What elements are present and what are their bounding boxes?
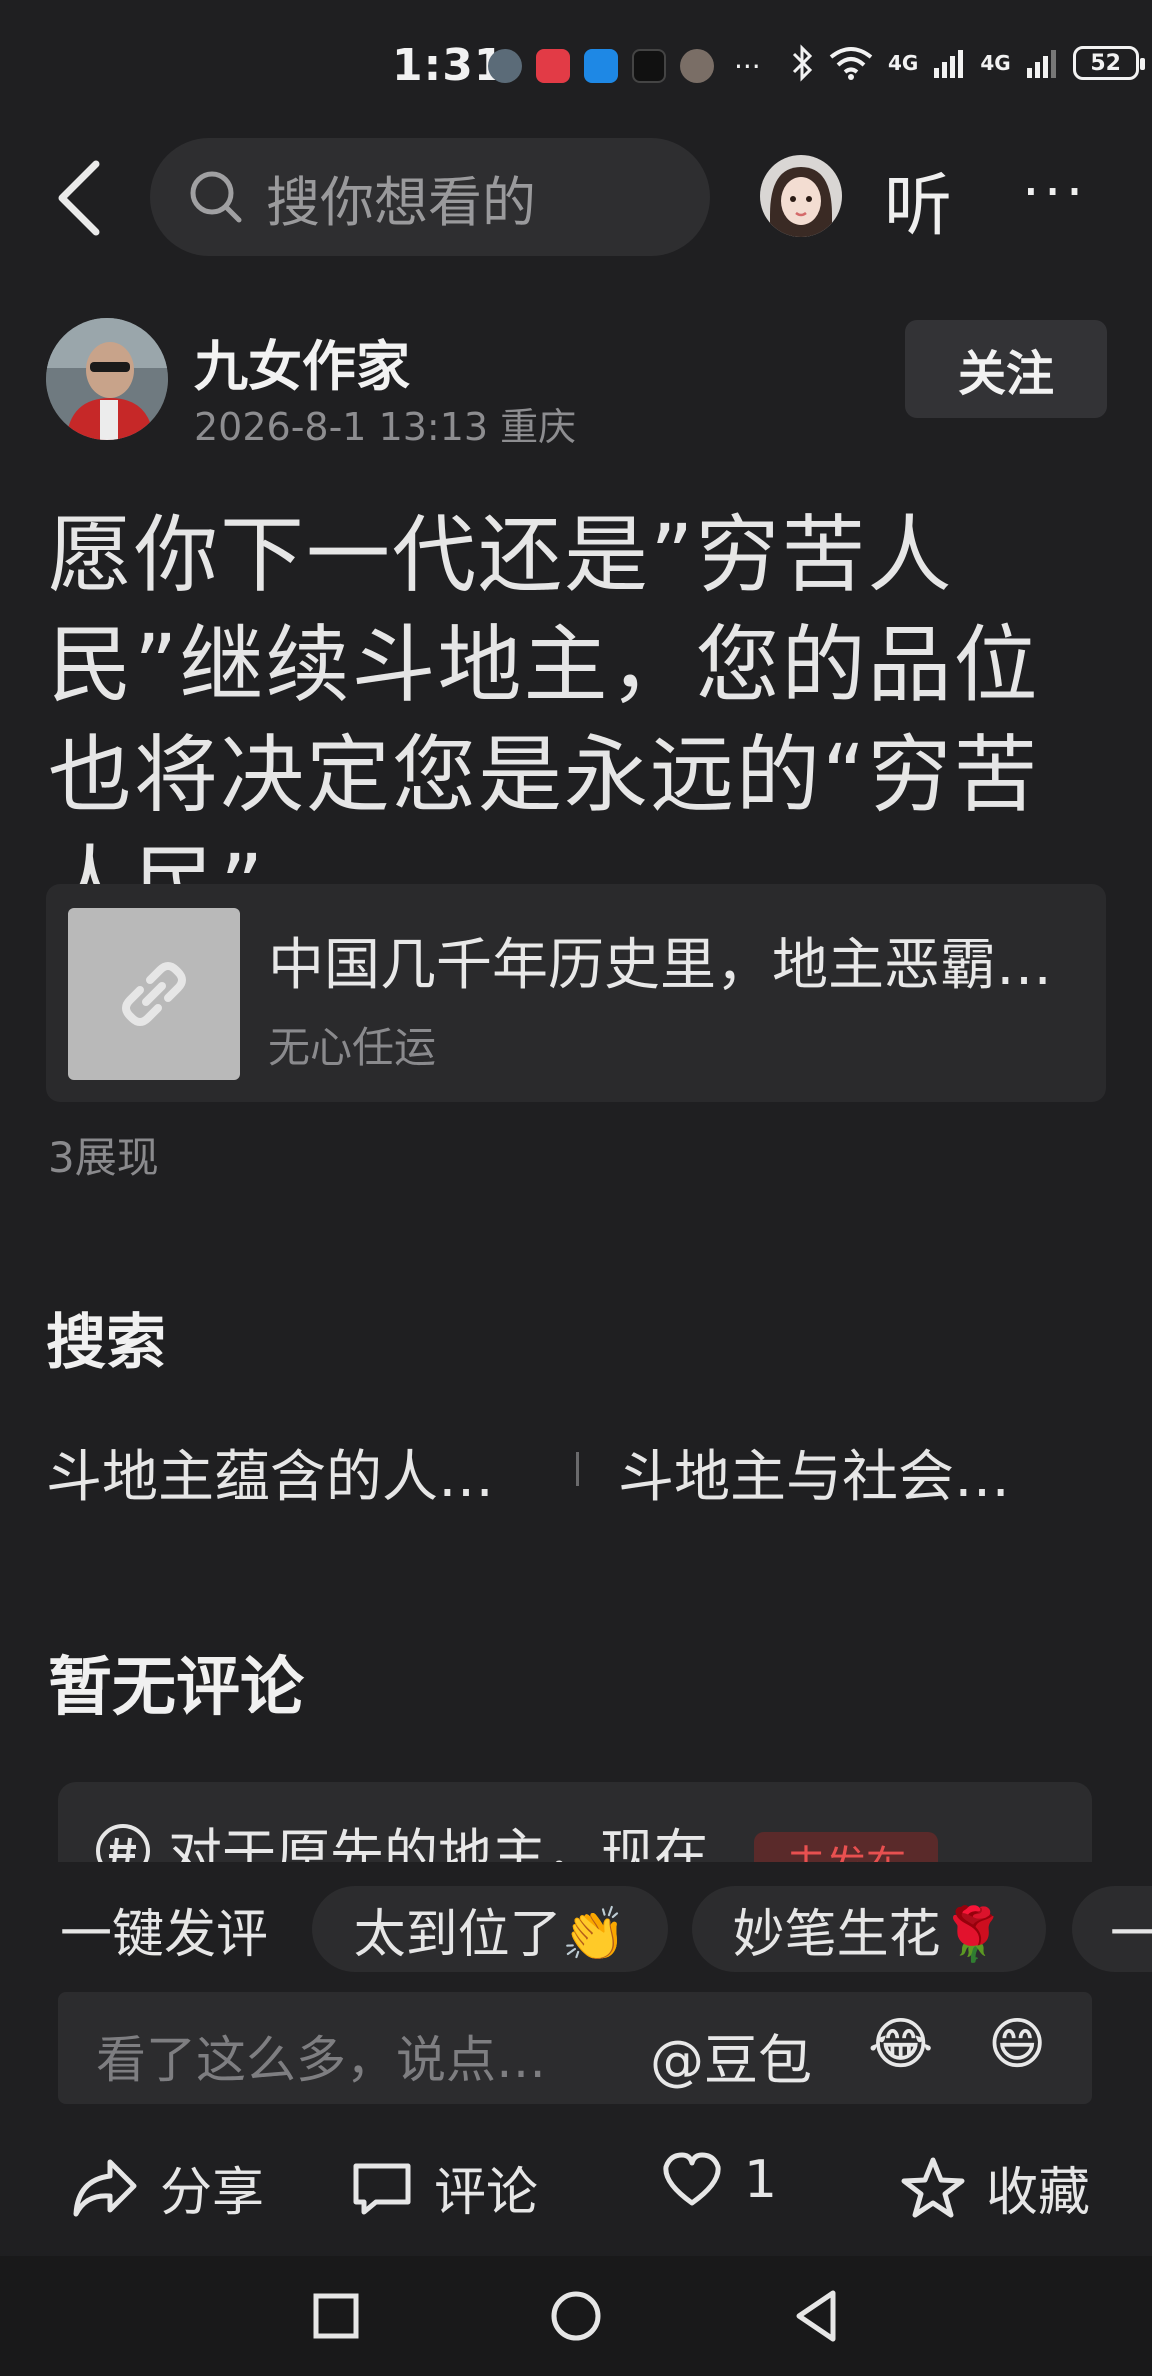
comment-icon [353, 2163, 411, 2214]
circle-icon [551, 2291, 601, 2341]
share-icon [73, 2159, 137, 2216]
search-placeholder: 搜你想看的 [266, 170, 536, 234]
bluetooth-icon [792, 44, 813, 82]
like-count: 1 [744, 2150, 778, 2210]
search-suggestion-2[interactable]: 斗地主与社会… [618, 1432, 1010, 1513]
chevron-left-icon [58, 160, 100, 236]
signal-2-icon [1026, 50, 1056, 78]
link-thumbnail [68, 908, 240, 1080]
more-notifications-icon: ··· [734, 49, 761, 83]
system-icons: 4G 4G 52 [790, 44, 1145, 82]
status-bar: 1:31 ··· 4G 4G 52 [0, 0, 1152, 130]
search-input[interactable]: 搜你想看的 [150, 138, 710, 256]
wifi-icon [829, 47, 873, 80]
link-title: 中国几千年历史里，地主恶霸欺压百姓的故事 [268, 933, 1080, 998]
quick-reply-chip-3[interactable]: 一 [1072, 1886, 1152, 1972]
star-icon [901, 2157, 965, 2217]
triangle-back-icon [796, 2290, 836, 2342]
suggestion-divider [576, 1452, 579, 1486]
topic-text: 对于原先的地主，现在 [168, 1823, 708, 1864]
quick-reply-chip-2[interactable]: 妙笔生花🌹 [692, 1886, 1046, 1972]
app-avatar-icon [488, 49, 522, 83]
view-count: 3展现 [48, 1133, 159, 1182]
home-button[interactable] [546, 2286, 606, 2346]
grinning-emoji-button[interactable]: 😄 [988, 2012, 1046, 2077]
network-label-1: 4G [888, 51, 919, 75]
system-nav-bar [0, 2256, 1152, 2376]
hashtag-icon [96, 1824, 150, 1864]
comment-input[interactable]: 看了这么多，说点… @豆包 😂 😄 [58, 1992, 1092, 2104]
app-avatar-2-icon [680, 49, 714, 83]
laughing-emoji-button[interactable]: 😂 [868, 2012, 933, 2077]
comment-placeholder: 看了这么多，说点… [96, 2031, 546, 2089]
quick-reply-label: 一键发评 [60, 1905, 269, 1965]
author-photo-icon [46, 318, 168, 440]
share-label: 分享 [160, 2163, 265, 2223]
follow-button[interactable]: 关注 [905, 320, 1107, 418]
notification-icons: ··· [488, 46, 761, 86]
battery-icon: 52 [1072, 46, 1145, 80]
quick-reply-chip-1[interactable]: 太到位了👏 [312, 1886, 668, 1972]
post-meta: 2026-8-1 13:13 重庆 [194, 405, 577, 449]
comment-label: 评论 [434, 2163, 539, 2223]
favorite-label: 收藏 [986, 2163, 1091, 2223]
link-source: 无心任运 [268, 1023, 437, 1072]
more-button[interactable]: ··· [1022, 160, 1087, 225]
back-nav-button[interactable] [786, 2286, 846, 2346]
topic-publish-badge[interactable]: 去发布 [754, 1832, 938, 1864]
shield-app-icon [584, 49, 618, 83]
recents-button[interactable] [306, 2286, 366, 2346]
signal-1-icon [934, 50, 964, 78]
link-icon [122, 962, 186, 1026]
like-button[interactable]: 1 [660, 2150, 777, 2210]
comments-heading: 暂无评论 [48, 1651, 304, 1725]
network-label-2: 4G [980, 51, 1011, 75]
author-name[interactable]: 九女作家 [194, 322, 410, 401]
back-button[interactable] [44, 150, 114, 246]
listen-button[interactable]: 听 [884, 150, 952, 249]
heart-icon [663, 2152, 721, 2206]
share-button[interactable]: 分享 [70, 2150, 264, 2225]
link-card[interactable]: 中国几千年历史里，地主恶霸欺压百姓的故事 无心任运 [46, 884, 1106, 1102]
square-icon [313, 2293, 359, 2339]
favorite-button[interactable]: 收藏 [900, 2150, 1090, 2225]
tiktok-icon [632, 49, 666, 83]
topic-card[interactable]: 对于原先的地主，现在 去发布 [58, 1782, 1092, 1864]
post-title: 愿你下一代还是”穷苦人民”继续斗地主，您的品位也将决定您是永远的“穷苦人民” [48, 506, 1040, 934]
search-suggestion-1[interactable]: 斗地主蕴含的人… [46, 1432, 494, 1513]
assistant-avatar[interactable] [760, 155, 842, 237]
comment-button[interactable]: 评论 [350, 2150, 538, 2225]
search-section-heading: 搜索 [46, 1308, 166, 1378]
author-avatar[interactable] [46, 318, 168, 440]
search-icon [190, 171, 242, 223]
red-app-icon [536, 49, 570, 83]
mention-doubao-button[interactable]: @豆包 [650, 2016, 812, 2095]
assistant-face-icon [760, 155, 842, 237]
